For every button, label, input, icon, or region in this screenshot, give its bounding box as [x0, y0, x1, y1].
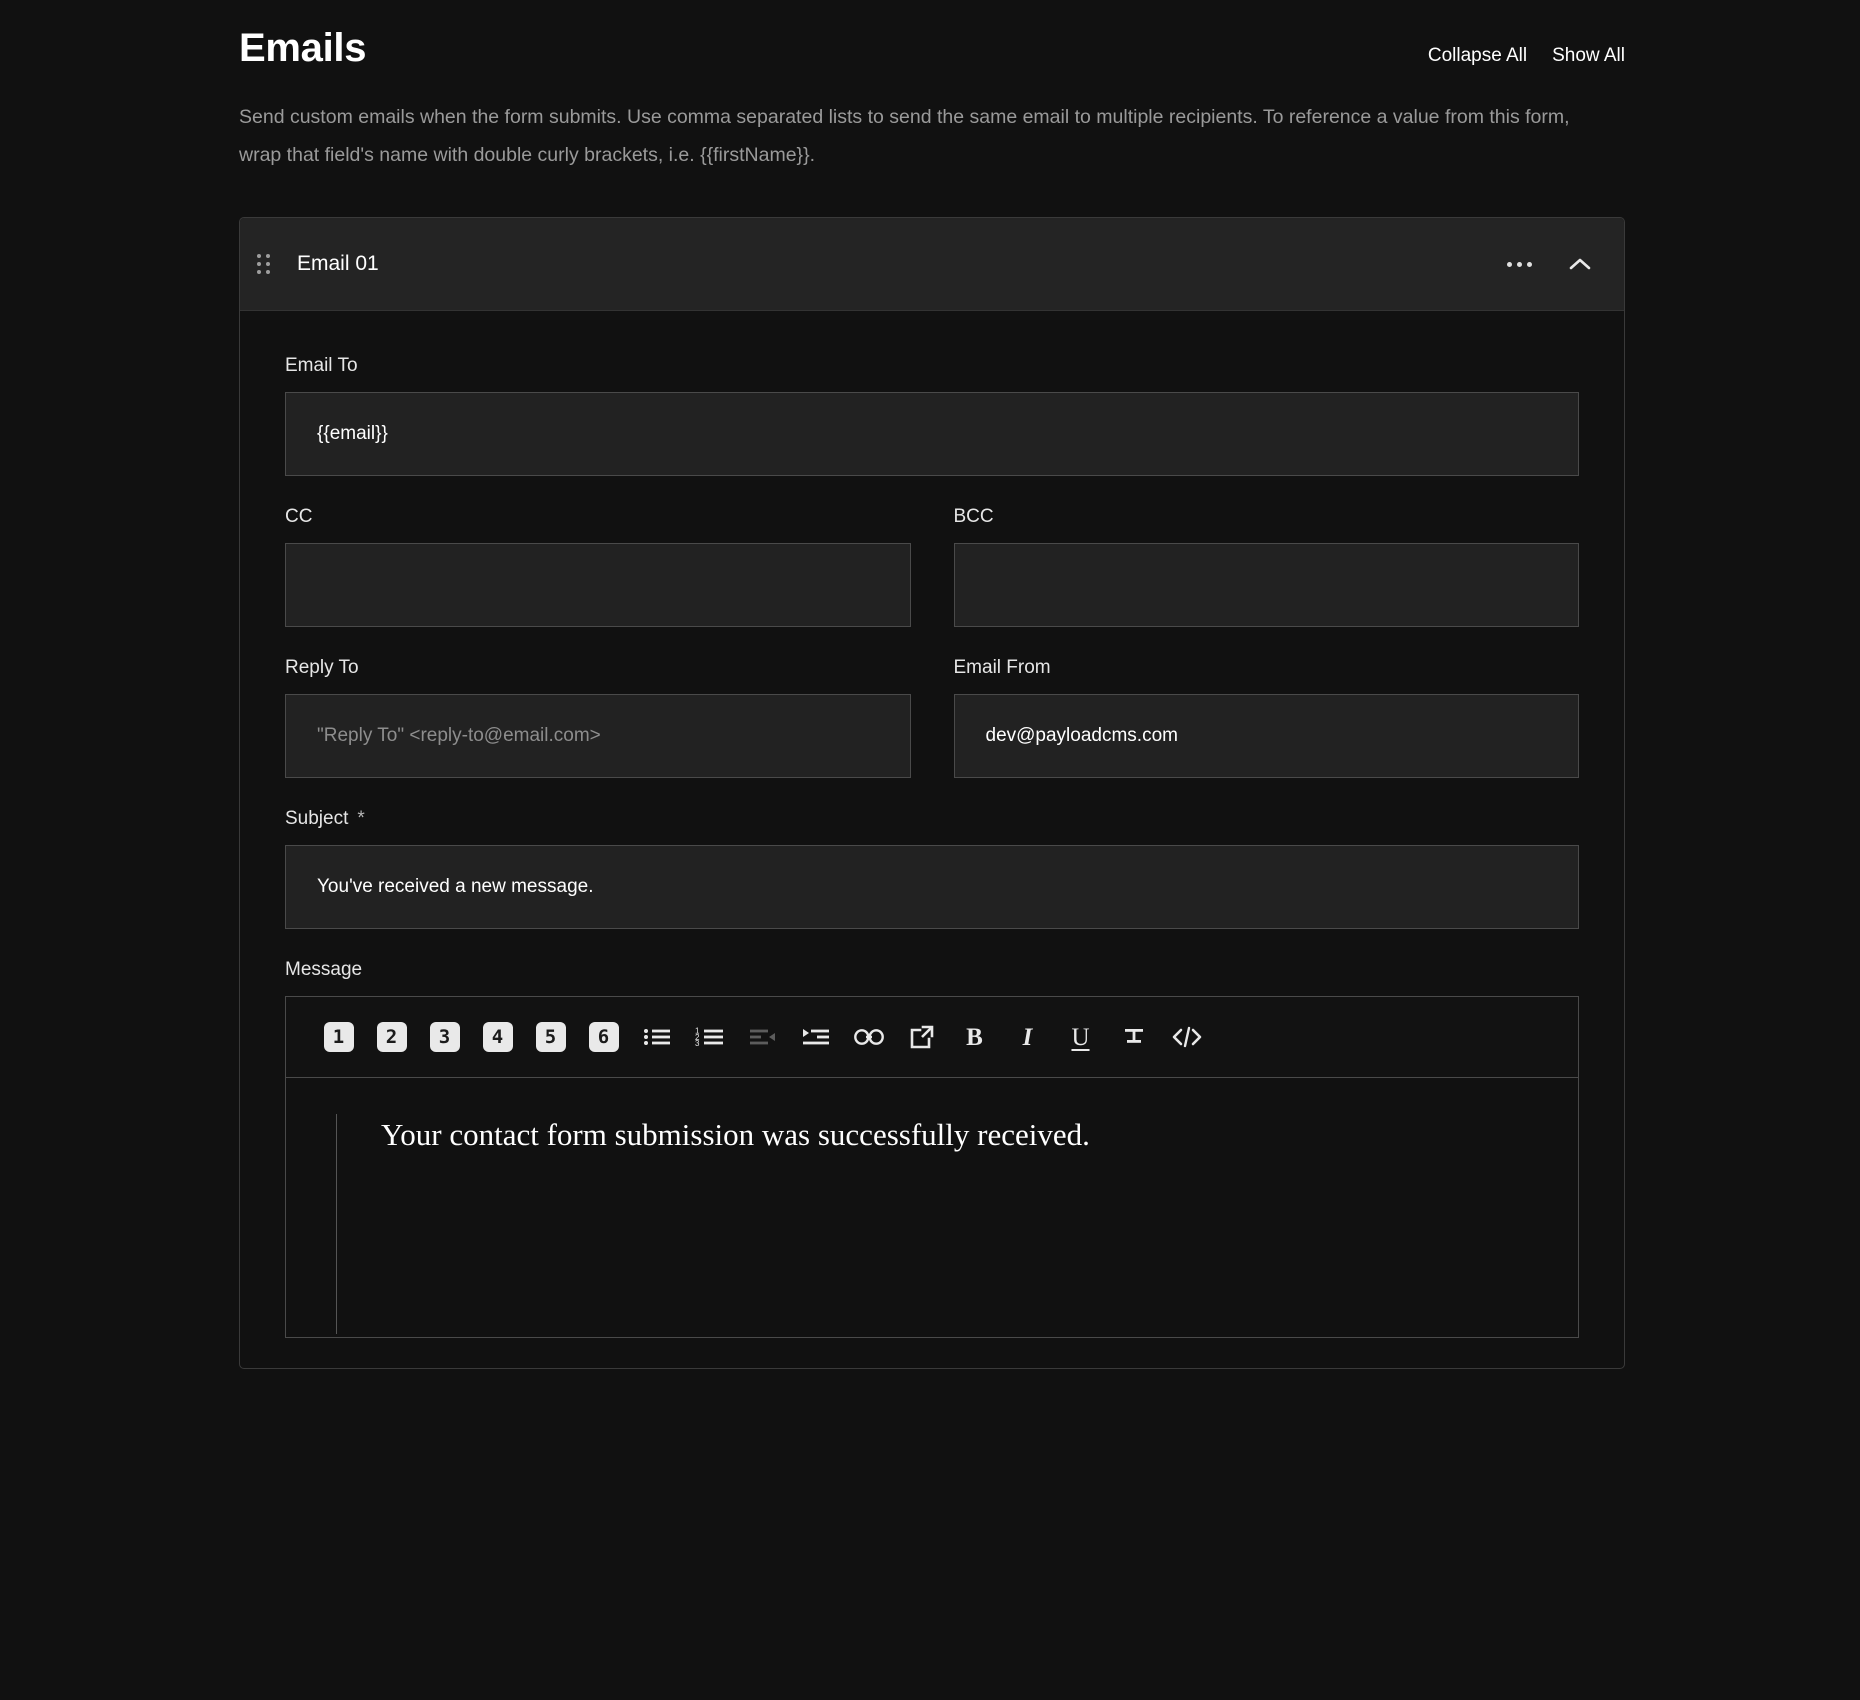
drag-dots-icon[interactable] [250, 248, 276, 280]
page-title: Emails [239, 26, 367, 70]
subject-label: Subject * [285, 808, 1579, 830]
field-subject: Subject * [285, 808, 1579, 930]
heading-5-button[interactable]: 5 [524, 1011, 577, 1064]
outdent-icon[interactable] [736, 1011, 789, 1064]
rich-text-paragraph[interactable]: Your contact form submission was success… [381, 1114, 1578, 1156]
field-email-to: Email To [285, 355, 1579, 477]
email-from-label: Email From [953, 657, 1051, 679]
email-to-input[interactable] [285, 392, 1579, 477]
italic-icon[interactable]: I [1001, 1011, 1054, 1064]
heading-6-button[interactable]: 6 [577, 1011, 630, 1064]
reply-to-input[interactable] [285, 694, 911, 779]
content-container: Emails Collapse All Show All Send custom… [239, 0, 1625, 1370]
strikethrough-icon[interactable] [1107, 1011, 1160, 1064]
rich-text-editor: 1 2 3 4 5 6 1 2 3 B I U Your contact for… [285, 996, 1579, 1339]
indent-icon[interactable] [789, 1011, 842, 1064]
email-block-card: Email 01 Email To CC [239, 217, 1625, 1370]
email-block-body: Email To CC BCC Reply To [240, 311, 1624, 1339]
heading-2-glyph: 2 [376, 1022, 407, 1053]
numbered-list-icon[interactable]: 1 2 3 [683, 1011, 736, 1064]
email-from-input[interactable] [953, 694, 1579, 779]
bold-icon[interactable]: B [948, 1011, 1001, 1064]
field-message: Message 1 2 3 4 5 6 1 2 3 B I U Your con… [285, 959, 1579, 1339]
heading-1-button[interactable]: 1 [312, 1011, 365, 1064]
underline-glyph: U [1071, 1023, 1090, 1051]
underline-icon[interactable]: U [1054, 1011, 1107, 1064]
code-icon[interactable] [1160, 1011, 1213, 1064]
page-description: Send custom emails when the form submits… [239, 106, 1570, 167]
email-block-title: Email 01 [297, 252, 379, 276]
heading-4-button[interactable]: 4 [471, 1011, 524, 1064]
subject-label-text: Subject [285, 808, 349, 830]
heading-5-glyph: 5 [535, 1022, 566, 1053]
required-asterisk: * [357, 808, 365, 830]
link-icon[interactable] [842, 1011, 895, 1064]
heading-3-button[interactable]: 3 [418, 1011, 471, 1064]
rich-text-content-area[interactable]: Your contact form submission was success… [285, 1078, 1579, 1339]
email-block-header[interactable]: Email 01 [240, 218, 1624, 312]
heading-1-glyph: 1 [323, 1022, 354, 1053]
message-label: Message [285, 959, 363, 981]
emails-settings-page: Emails Collapse All Show All Send custom… [0, 0, 1860, 1700]
heading-6-glyph: 6 [588, 1022, 619, 1053]
bcc-label: BCC [953, 506, 994, 528]
cc-label: CC [285, 506, 313, 528]
reply-to-label: Reply To [285, 657, 359, 679]
bullet-list-icon[interactable] [630, 1011, 683, 1064]
subject-input[interactable] [285, 845, 1579, 930]
heading-4-glyph: 4 [482, 1022, 513, 1053]
rich-text-toolbar: 1 2 3 4 5 6 1 2 3 B I U [285, 996, 1579, 1079]
field-cc: CC [285, 506, 911, 628]
bcc-input[interactable] [953, 543, 1579, 628]
external-link-icon[interactable] [895, 1011, 948, 1064]
field-bcc: BCC [953, 506, 1579, 628]
chevron-up-icon[interactable] [1562, 250, 1598, 278]
field-email-from: Email From [953, 657, 1579, 779]
cc-input[interactable] [285, 543, 911, 628]
collapse-all-button[interactable]: Collapse All [1428, 45, 1527, 67]
show-all-button[interactable]: Show All [1552, 45, 1625, 67]
svg-text:3: 3 [695, 1039, 700, 1048]
field-reply-to: Reply To [285, 657, 911, 779]
italic-glyph: I [1022, 1023, 1033, 1051]
replyto-emailfrom-row: Reply To Email From [285, 657, 1579, 808]
page-header: Emails Collapse All Show All [239, 0, 1625, 72]
header-actions: Collapse All Show All [1428, 45, 1625, 67]
cc-bcc-row: CC BCC [285, 506, 1579, 657]
bold-glyph: B [966, 1023, 983, 1051]
rich-text-paragraph-wrapper: Your contact form submission was success… [336, 1114, 1578, 1335]
heading-3-glyph: 3 [429, 1022, 460, 1053]
email-to-label: Email To [285, 355, 358, 377]
ellipsis-icon[interactable] [1501, 256, 1538, 273]
heading-2-button[interactable]: 2 [365, 1011, 418, 1064]
